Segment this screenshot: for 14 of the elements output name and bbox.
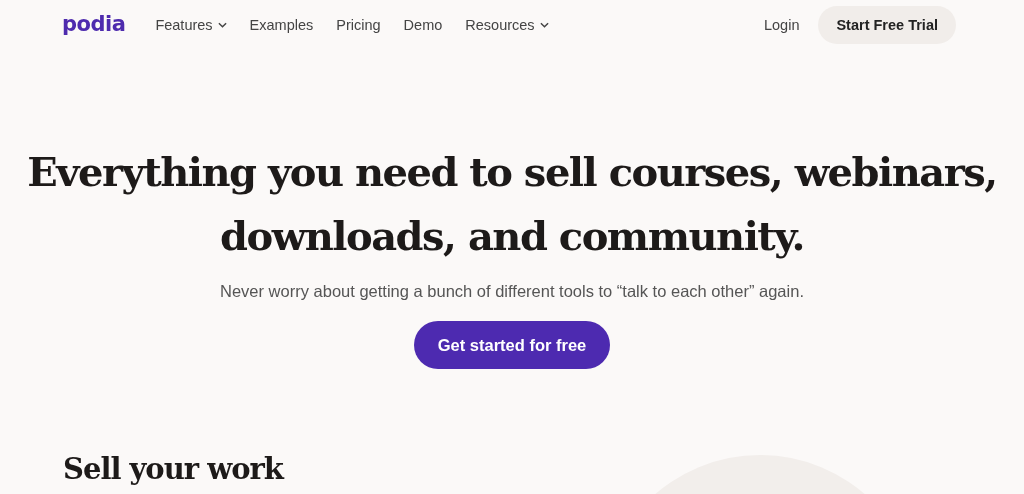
hero-headline: Everything you need to sell courses, webinars, downloads, and community. [26, 147, 998, 261]
login-link[interactable]: Login [763, 17, 800, 33]
nav-link[interactable]: Demo [403, 17, 443, 33]
hero-subtitle: Never worry about getting a bunch of different tools to “talk to each other” again. [220, 282, 804, 301]
start-trial-button[interactable]: Start Free Trial [818, 6, 956, 44]
get-started-button[interactable]: Get started for free [413, 321, 611, 369]
nav-link[interactable]: Pricing [336, 17, 381, 33]
nav-link[interactable]: Examples [249, 17, 314, 33]
nav-link[interactable]: Features [155, 17, 227, 33]
caret-icon [539, 22, 549, 28]
section-title: Sell your work [63, 452, 283, 486]
nav-link[interactable]: Resources [465, 17, 549, 33]
caret-icon [217, 22, 227, 28]
logo[interactable]: podia [62, 11, 126, 36]
